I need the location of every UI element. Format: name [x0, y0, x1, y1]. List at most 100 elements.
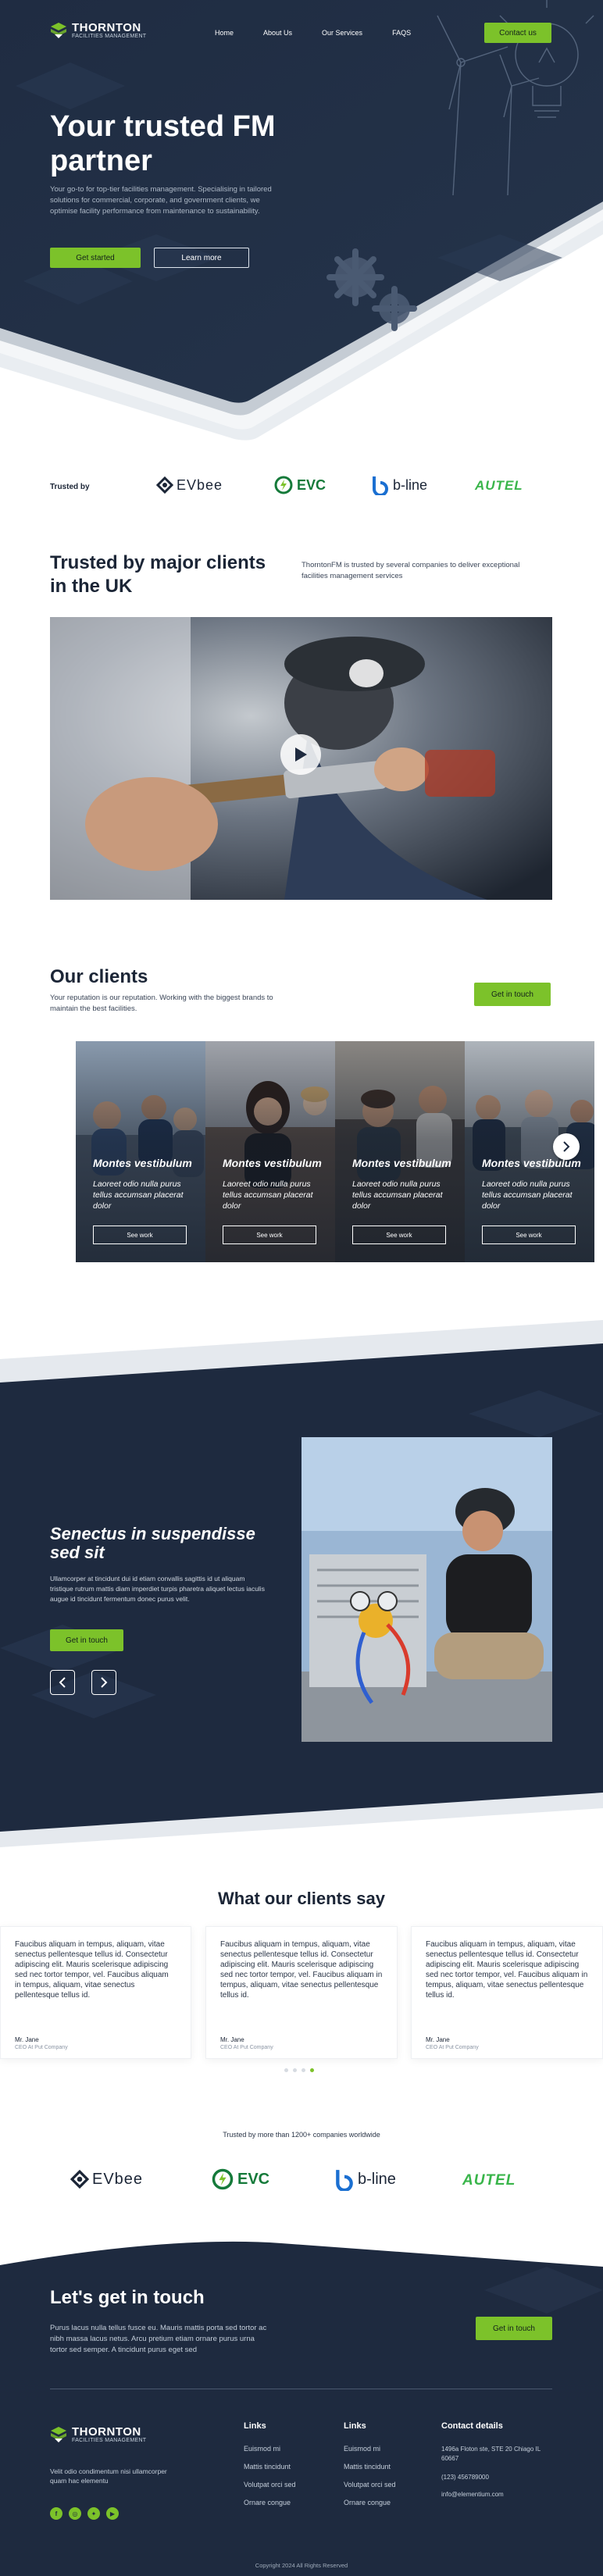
chevron-right-icon	[563, 1141, 570, 1152]
footer-link[interactable]: Volutpat orci sed	[244, 2481, 296, 2489]
testimonial-name: Mr. Jane	[15, 2036, 39, 2043]
testimonial-name: Mr. Jane	[426, 2036, 450, 2043]
testimonial-role: CEO At Put Company	[15, 2045, 68, 2050]
footer-links-col1: Links Euismod mi Mattis tincidunt Volutp…	[244, 2421, 296, 2517]
footer-link[interactable]: Mattis tincidunt	[344, 2463, 396, 2471]
contact-phone[interactable]: (123) 456789000	[441, 2474, 558, 2481]
feature-text: Ullamcorper at tincidunt dui id etiam co…	[50, 1575, 265, 1603]
brand-tagline: FACILITIES MANAGEMENT	[72, 2438, 147, 2443]
footer-col-title: Links	[344, 2421, 366, 2431]
client-card-text: Laoreet odio nulla purus tellus accumsan…	[223, 1179, 313, 1211]
pagination-dot[interactable]	[284, 2068, 288, 2072]
logo-evbee: EVbee	[70, 2170, 143, 2189]
footer-link[interactable]: Euismod mi	[344, 2445, 396, 2453]
footer-contact-title: Contact details	[441, 2421, 503, 2431]
see-work-button[interactable]: See work	[482, 1226, 576, 1244]
footer-link[interactable]: Ornare congue	[244, 2499, 296, 2506]
pagination-dot-active[interactable]	[310, 2068, 314, 2072]
testimonial-quote: Faucibus aliquam in tempus, aliquam, vit…	[426, 1940, 588, 2000]
footer-section: Let's get in touch Purus lacus nulla tel…	[0, 2235, 603, 2576]
client-card-text: Laoreet odio nulla purus tellus accumsan…	[352, 1179, 443, 1211]
learn-more-button[interactable]: Learn more	[154, 248, 249, 268]
hero-section: THORNTON FACILITIES MANAGEMENT Home Abou…	[0, 0, 603, 445]
testimonials-title: What our clients say	[218, 1889, 385, 1908]
contact-us-button[interactable]: Contact us	[484, 23, 551, 43]
testimonial-card: Faucibus aliquam in tempus, aliquam, vit…	[205, 1926, 398, 2059]
see-work-button[interactable]: See work	[223, 1226, 316, 1244]
see-work-button[interactable]: See work	[352, 1226, 446, 1244]
contact-address: 1496a Floton ste, STE 20 Chiago IL 60667	[441, 2446, 541, 2462]
footer-contact: Contact details 1496a Floton ste, STE 20…	[441, 2421, 558, 2508]
twitter-icon[interactable]: ✦	[87, 2507, 100, 2520]
evbee-icon	[156, 476, 173, 494]
testimonial-role: CEO At Put Company	[426, 2045, 479, 2050]
testimonial-name: Mr. Jane	[220, 2036, 244, 2043]
nav-services[interactable]: Our Services	[322, 29, 362, 37]
client-card: Montes vestibulum Laoreet odio nulla pur…	[205, 1041, 335, 1262]
logo-bline: b-line	[371, 475, 427, 495]
footer-link[interactable]: Mattis tincidunt	[244, 2463, 296, 2471]
testimonial-quote: Faucibus aliquam in tempus, aliquam, vit…	[220, 1940, 383, 2000]
instagram-icon[interactable]: ◎	[69, 2507, 81, 2520]
nav-about[interactable]: About Us	[263, 29, 292, 37]
logo-icon	[51, 2427, 66, 2442]
intro-video[interactable]	[50, 617, 552, 900]
youtube-icon[interactable]: ▶	[106, 2507, 119, 2520]
feature-next-button[interactable]	[91, 1670, 116, 1695]
trusted-by-section: Trusted by EVbee EVC b-line AUTEL	[0, 453, 603, 523]
feature-section: Senectus in suspendisse sed sit Ullamcor…	[0, 1320, 603, 1859]
logo-icon	[51, 23, 66, 38]
feature-get-in-touch-button[interactable]: Get in touch	[50, 1629, 123, 1651]
facebook-icon[interactable]: f	[50, 2507, 62, 2520]
see-work-button[interactable]: See work	[93, 1226, 187, 1244]
footer-col-title: Links	[244, 2421, 266, 2431]
get-started-button[interactable]: Get started	[50, 248, 141, 268]
copyright: Copyright 2024 All Rights Reserved	[255, 2562, 348, 2569]
evc-icon	[274, 476, 293, 494]
client-card-title: Montes vestibulum	[93, 1157, 192, 1169]
play-icon	[295, 747, 307, 762]
clients-get-in-touch-button[interactable]: Get in touch	[474, 983, 551, 1006]
cta-title: Let's get in touch	[50, 2287, 205, 2308]
client-card: Montes vestibulum Laoreet odio nulla pur…	[335, 1041, 465, 1262]
bline-icon	[373, 476, 388, 495]
nav-home[interactable]: Home	[215, 29, 234, 37]
footer-link[interactable]: Euismod mi	[244, 2445, 296, 2453]
logo-autel: AUTEL	[462, 2172, 516, 2189]
chevron-right-icon	[101, 1677, 108, 1688]
logo-evbee: EVbee	[156, 476, 223, 494]
feature-prev-button[interactable]	[50, 1670, 75, 1695]
play-button[interactable]	[280, 734, 321, 775]
footer-link[interactable]: Ornare congue	[344, 2499, 396, 2506]
evc-icon	[212, 2168, 234, 2190]
client-card-title: Montes vestibulum	[352, 1157, 451, 1169]
trusted-by-label: Trusted by	[50, 483, 90, 491]
brand-tagline: FACILITIES MANAGEMENT	[72, 34, 147, 39]
feature-title: Senectus in suspendisse sed sit	[50, 1524, 255, 1562]
hero-background	[0, 0, 603, 441]
pagination-dot[interactable]	[293, 2068, 297, 2072]
contact-email[interactable]: info@elementium.com	[441, 2491, 558, 2498]
testimonial-role: CEO At Put Company	[220, 2045, 273, 2050]
footer-logo[interactable]: THORNTON FACILITIES MANAGEMENT	[50, 2426, 146, 2443]
logo-evc: EVC	[273, 475, 326, 495]
intro-text: ThorntonFM is trusted by several compani…	[302, 561, 520, 580]
nav-faqs[interactable]: FAQS	[392, 29, 411, 37]
testimonial-card: Faucibus aliquam in tempus, aliquam, vit…	[411, 1926, 603, 2059]
evbee-icon	[70, 2170, 89, 2189]
footer-link[interactable]: Volutpat orci sed	[344, 2481, 396, 2489]
client-card: Montes vestibulum Laoreet odio nulla pur…	[76, 1041, 205, 1262]
pagination-dot[interactable]	[302, 2068, 305, 2072]
brand-name: THORNTON	[72, 21, 141, 34]
client-card-text: Laoreet odio nulla purus tellus accumsan…	[482, 1179, 573, 1211]
chevron-left-icon	[59, 1677, 66, 1688]
brand-logo[interactable]: THORNTON FACILITIES MANAGEMENT	[50, 22, 146, 39]
clients-title: Our clients	[50, 966, 148, 987]
technician-photo	[302, 1437, 552, 1742]
footer-description: Velit odio condimentum nisi ullamcorper …	[50, 2467, 167, 2485]
logo-bline: b-line	[334, 2167, 396, 2191]
intro-title: Trusted by major clients in the UK	[50, 552, 266, 597]
carousel-next-button[interactable]	[553, 1133, 580, 1160]
cta-get-in-touch-button[interactable]: Get in touch	[476, 2317, 552, 2340]
main-nav: Home About Us Our Services FAQS	[215, 29, 411, 37]
